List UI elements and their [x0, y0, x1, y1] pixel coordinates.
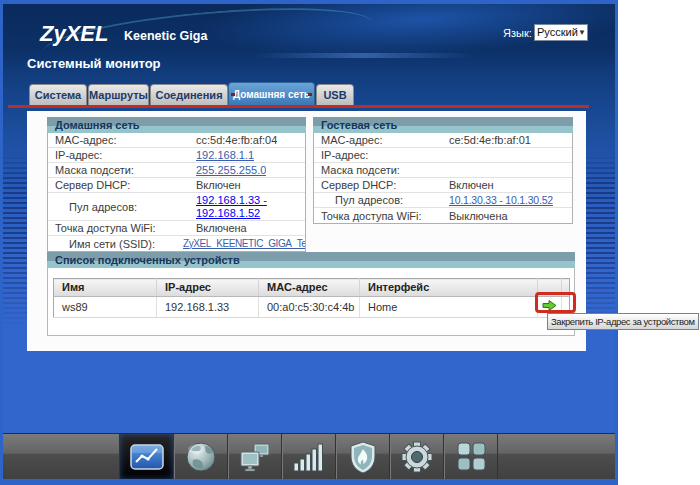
field-row: Сервер DHCP: Включен — [314, 178, 572, 193]
toolbar-edge — [497, 434, 498, 479]
field-row: Маска подсети: — [314, 163, 572, 178]
page-title: Системный монитор — [27, 56, 161, 71]
zyxel-logo: ZyXEL — [40, 21, 108, 47]
toolbar-item-wifi[interactable] — [281, 434, 335, 479]
toolbar-item-applications[interactable] — [443, 434, 497, 479]
router-admin-window: ZyXEL Keenetic Giga Язык: Русский ▼ Сист… — [0, 0, 618, 485]
panel-title: Домашняя сеть — [47, 117, 306, 133]
annotation-red-box — [535, 292, 576, 313]
home-network-panel: Домашняя сеть MAC-адрес: cc:5d:4e:fb:af:… — [47, 117, 306, 252]
field-row: Пул адресов: 10.1.30.33 - 10.1.30.52 — [314, 193, 572, 208]
guest-pool-link[interactable]: 10.1.30.33 - 10.1.30.52 — [449, 193, 553, 207]
content-area: Домашняя сеть MAC-адрес: cc:5d:4e:fb:af:… — [27, 111, 586, 351]
pool-end-link[interactable]: 192.168.1.52 — [196, 207, 260, 219]
globe-icon — [181, 438, 221, 476]
guest-network-panel: Гостевая сеть MAC-адрес: ce:5d:4e:fb:af:… — [313, 117, 573, 224]
red-divider — [8, 105, 589, 108]
toolbar-item-home-network[interactable] — [227, 434, 281, 479]
toolbar-item-security[interactable] — [335, 434, 389, 479]
devices-table: Имя IP-адрес MAC-адрес Интерфейс ws89 19… — [53, 278, 570, 318]
toolbar-item-internet[interactable] — [173, 434, 227, 479]
toolbar-item-settings[interactable] — [389, 434, 443, 479]
shield-icon — [343, 438, 383, 476]
ip-address-link[interactable]: 192.168.1.1 — [196, 148, 254, 162]
tab-dash-right — [308, 93, 312, 96]
tab-home-network[interactable]: Домашняя сеть — [228, 82, 315, 105]
field-row: Имя сети (SSID): ZyXEL_KEENETIC_GIGA_Te — [48, 236, 305, 251]
panel-title: Гостевая сеть — [313, 117, 573, 133]
bottom-toolbar — [3, 433, 615, 479]
apps-grid-icon — [451, 438, 491, 476]
field-row: Маска подсети: 255.255.255.0 — [48, 163, 305, 178]
toolbar-item-system-monitor[interactable] — [119, 434, 173, 479]
gear-icon — [397, 438, 437, 476]
pool-start-link[interactable]: 192.168.1.33 - — [196, 194, 267, 206]
tab-routes[interactable]: Маршруты — [88, 84, 149, 105]
signal-bars-icon — [289, 438, 329, 476]
field-row: Сервер DHCP: Включен — [48, 178, 305, 193]
field-row: Пул адресов: 192.168.1.33 - 192.168.1.52 — [48, 193, 305, 221]
field-row: IP-адрес: — [314, 148, 572, 163]
tab-dash-left — [231, 93, 235, 96]
subnet-mask-link[interactable]: 255.255.255.0 — [196, 163, 266, 177]
ssid-link[interactable]: ZyXEL_KEENETIC_GIGA_Te — [183, 237, 305, 251]
device-ip: 192.168.1.33 — [157, 297, 259, 318]
chart-icon — [127, 438, 167, 476]
panel-title: Список подключенных устройств — [47, 252, 575, 268]
tab-connections[interactable]: Соединения — [150, 84, 228, 105]
field-row: Точка доступа WiFi: Включена — [48, 221, 305, 236]
device-row: ws89 192.168.1.33 00:a0:c5:30:c4:4b Home — [54, 297, 570, 318]
device-name: ws89 — [54, 297, 157, 318]
language-value: Русский — [537, 26, 578, 38]
tooltip: Закрепить IP-адрес за устройством — [547, 313, 699, 330]
field-row: MAC-адрес: cc:5d:4e:fb:af:04 — [48, 133, 305, 148]
model-name: Keenetic Giga — [124, 29, 207, 43]
language-label: Язык: — [503, 27, 532, 39]
connected-devices-panel: Список подключенных устройств Имя IP-адр… — [47, 252, 575, 336]
tab-system[interactable]: Система — [29, 84, 87, 105]
table-header-row: Имя IP-адрес MAC-адрес Интерфейс — [54, 279, 570, 297]
field-row: IP-адрес: 192.168.1.1 — [48, 148, 305, 163]
field-row: Точка доступа WiFi: Выключена — [314, 208, 572, 223]
language-select[interactable]: Русский ▼ — [534, 24, 588, 41]
computers-icon — [235, 438, 275, 476]
tab-label: Домашняя сеть — [233, 89, 310, 100]
device-mac: 00:a0:c5:30:c4:4b — [259, 297, 360, 318]
tab-usb[interactable]: USB — [316, 84, 354, 105]
tab-bar: Система Маршруты Соединения Домашняя сет… — [3, 84, 615, 105]
field-row: MAC-адрес: ce:5d:4e:fb:af:01 — [314, 133, 572, 148]
device-iface: Home — [360, 297, 538, 318]
chevron-down-icon: ▼ — [578, 28, 586, 37]
